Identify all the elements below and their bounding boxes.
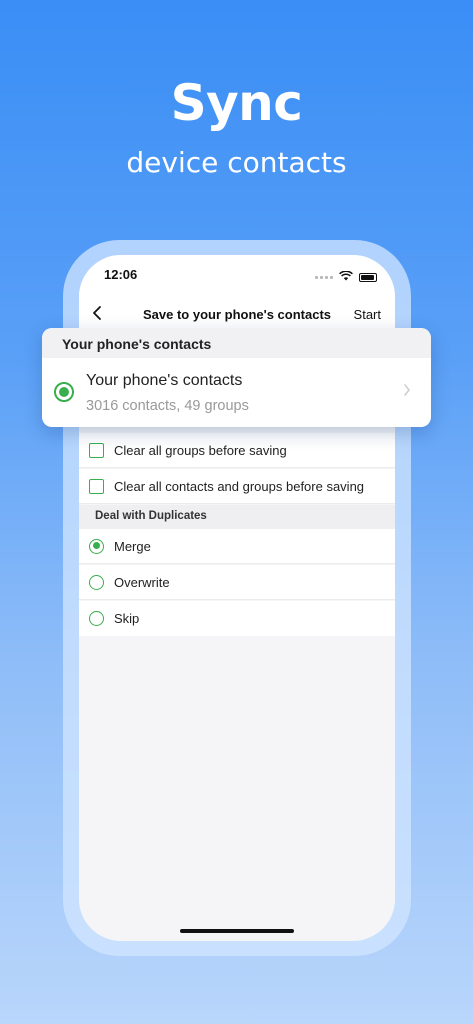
checkbox-icon[interactable] <box>89 478 104 494</box>
battery-icon <box>359 272 377 282</box>
radio-selected-icon[interactable] <box>89 538 104 554</box>
start-button[interactable]: Start <box>354 307 381 322</box>
radio-icon[interactable] <box>89 611 104 626</box>
choice-label: Skip <box>114 611 140 626</box>
radio-icon[interactable] <box>89 574 104 590</box>
hero-subtitle: device contacts <box>126 146 347 179</box>
option-clear-all[interactable]: Clear all contacts and groups before sav… <box>79 469 395 504</box>
status-icons <box>315 268 377 286</box>
status-bar: 12:06 <box>79 255 395 295</box>
choice-label: Overwrite <box>114 574 170 590</box>
home-indicator <box>180 929 294 933</box>
choice-label: Merge <box>114 538 151 554</box>
choice-skip[interactable]: Skip <box>79 601 395 636</box>
option-clear-groups[interactable]: Clear all groups before saving <box>79 433 395 468</box>
duplicates-header: Deal with Duplicates <box>79 505 395 529</box>
choice-merge[interactable]: Merge <box>79 529 395 564</box>
status-time: 12:06 <box>104 267 138 282</box>
radio-selected-icon[interactable] <box>54 382 74 402</box>
wifi-icon <box>339 268 353 286</box>
popover-item-subtitle: 3016 contacts, 49 groups <box>86 398 249 414</box>
option-label: Clear all groups before saving <box>114 442 287 458</box>
hero-title: Sync <box>170 74 303 132</box>
checkbox-icon[interactable] <box>89 442 104 458</box>
popover-item-title[interactable]: Your phone's contacts <box>86 372 242 390</box>
nav-title: Save to your phone's contacts <box>142 307 332 322</box>
contacts-popover: Your phone's contacts Your phone's conta… <box>42 328 431 427</box>
signal-icon <box>315 275 333 279</box>
popover-header: Your phone's contacts <box>42 328 431 358</box>
chevron-right-icon <box>403 383 411 400</box>
choice-overwrite[interactable]: Overwrite <box>79 565 395 600</box>
option-label: Clear all contacts and groups before sav… <box>114 478 365 494</box>
